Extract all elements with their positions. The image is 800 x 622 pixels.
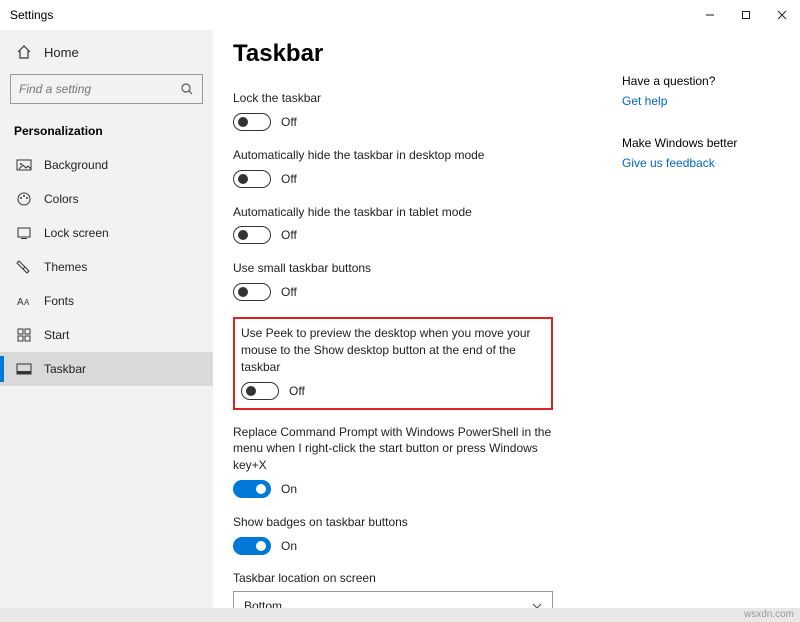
toggle-autohide-desktop[interactable] bbox=[233, 170, 271, 188]
fonts-icon: AA bbox=[16, 293, 32, 309]
page-heading: Taskbar bbox=[233, 40, 612, 68]
window-controls bbox=[692, 0, 800, 30]
home-label: Home bbox=[44, 45, 79, 60]
search-input[interactable] bbox=[10, 74, 203, 104]
sidebar-item-label: Background bbox=[44, 158, 108, 172]
setting-label: Use small taskbar buttons bbox=[233, 260, 553, 277]
dropdown-taskbar-location[interactable]: Bottom bbox=[233, 591, 553, 608]
sidebar: Home Personalization Background Colors L… bbox=[0, 30, 213, 608]
palette-icon bbox=[16, 191, 32, 207]
sidebar-item-fonts[interactable]: AA Fonts bbox=[0, 284, 213, 318]
taskbar-icon bbox=[16, 361, 32, 377]
setting-label: Show badges on taskbar buttons bbox=[233, 514, 553, 531]
setting-autohide-desktop: Automatically hide the taskbar in deskto… bbox=[233, 147, 553, 188]
main-panel: Taskbar Lock the taskbar Off Automatical… bbox=[233, 40, 622, 608]
toggle-state: On bbox=[281, 482, 297, 496]
sidebar-item-background[interactable]: Background bbox=[0, 148, 213, 182]
sidebar-item-label: Fonts bbox=[44, 294, 74, 308]
svg-text:A: A bbox=[24, 298, 30, 307]
toggle-autohide-tablet[interactable] bbox=[233, 226, 271, 244]
sidebar-item-colors[interactable]: Colors bbox=[0, 182, 213, 216]
sidebar-item-label: Themes bbox=[44, 260, 87, 274]
content: Taskbar Lock the taskbar Off Automatical… bbox=[213, 30, 800, 608]
home-icon bbox=[16, 44, 32, 60]
close-button[interactable] bbox=[764, 0, 800, 30]
chevron-down-icon bbox=[532, 601, 542, 608]
setting-autohide-tablet: Automatically hide the taskbar in tablet… bbox=[233, 204, 553, 245]
dropdown-value: Bottom bbox=[244, 599, 282, 608]
sidebar-item-lockscreen[interactable]: Lock screen bbox=[0, 216, 213, 250]
feedback-heading: Make Windows better bbox=[622, 136, 782, 150]
feedback-block: Make Windows better Give us feedback bbox=[622, 136, 782, 170]
toggle-state: Off bbox=[289, 384, 305, 398]
setting-small-buttons: Use small taskbar buttons Off bbox=[233, 260, 553, 301]
lockscreen-icon bbox=[16, 225, 32, 241]
setting-badges: Show badges on taskbar buttons On bbox=[233, 514, 553, 555]
toggle-lock-taskbar[interactable] bbox=[233, 113, 271, 131]
sidebar-item-themes[interactable]: Themes bbox=[0, 250, 213, 284]
toggle-state: Off bbox=[281, 228, 297, 242]
setting-lock-taskbar: Lock the taskbar Off bbox=[233, 90, 553, 131]
search-field[interactable] bbox=[19, 82, 180, 96]
search-icon bbox=[180, 82, 194, 96]
get-help-link[interactable]: Get help bbox=[622, 94, 667, 108]
sidebar-item-start[interactable]: Start bbox=[0, 318, 213, 352]
toggle-peek[interactable] bbox=[241, 382, 279, 400]
minimize-button[interactable] bbox=[692, 0, 728, 30]
setting-label: Replace Command Prompt with Windows Powe… bbox=[233, 424, 553, 474]
setting-label: Automatically hide the taskbar in deskto… bbox=[233, 147, 553, 164]
help-heading: Have a question? bbox=[622, 74, 782, 88]
give-feedback-link[interactable]: Give us feedback bbox=[622, 156, 715, 170]
help-block: Have a question? Get help bbox=[622, 74, 782, 108]
sidebar-item-label: Taskbar bbox=[44, 362, 86, 376]
sidebar-item-label: Lock screen bbox=[44, 226, 109, 240]
toggle-state: Off bbox=[281, 172, 297, 186]
toggle-state: Off bbox=[281, 115, 297, 129]
toggle-state: Off bbox=[281, 285, 297, 299]
sidebar-item-label: Start bbox=[44, 328, 69, 342]
setting-label: Automatically hide the taskbar in tablet… bbox=[233, 204, 553, 221]
svg-text:A: A bbox=[17, 297, 24, 308]
setting-peek: Use Peek to preview the desktop when you… bbox=[241, 325, 545, 399]
maximize-button[interactable] bbox=[728, 0, 764, 30]
titlebar: Settings bbox=[0, 0, 800, 30]
setting-peek-highlighted: Use Peek to preview the desktop when you… bbox=[233, 317, 553, 409]
toggle-state: On bbox=[281, 539, 297, 553]
toggle-badges[interactable] bbox=[233, 537, 271, 555]
sidebar-item-label: Colors bbox=[44, 192, 79, 206]
window-title: Settings bbox=[0, 8, 53, 22]
setting-label: Lock the taskbar bbox=[233, 90, 553, 107]
setting-label: Use Peek to preview the desktop when you… bbox=[241, 325, 545, 375]
setting-powershell: Replace Command Prompt with Windows Powe… bbox=[233, 424, 553, 498]
setting-taskbar-location: Taskbar location on screen Bottom bbox=[233, 571, 553, 608]
toggle-powershell[interactable] bbox=[233, 480, 271, 498]
watermark: wsxdn.com bbox=[744, 609, 794, 620]
themes-icon bbox=[16, 259, 32, 275]
start-icon bbox=[16, 327, 32, 343]
home-nav[interactable]: Home bbox=[0, 38, 213, 74]
right-column: Have a question? Get help Make Windows b… bbox=[622, 40, 782, 608]
section-title: Personalization bbox=[0, 118, 213, 148]
setting-label: Taskbar location on screen bbox=[233, 571, 553, 585]
footer-bar bbox=[0, 608, 800, 622]
toggle-small-buttons[interactable] bbox=[233, 283, 271, 301]
sidebar-item-taskbar[interactable]: Taskbar bbox=[0, 352, 213, 386]
image-icon bbox=[16, 157, 32, 173]
